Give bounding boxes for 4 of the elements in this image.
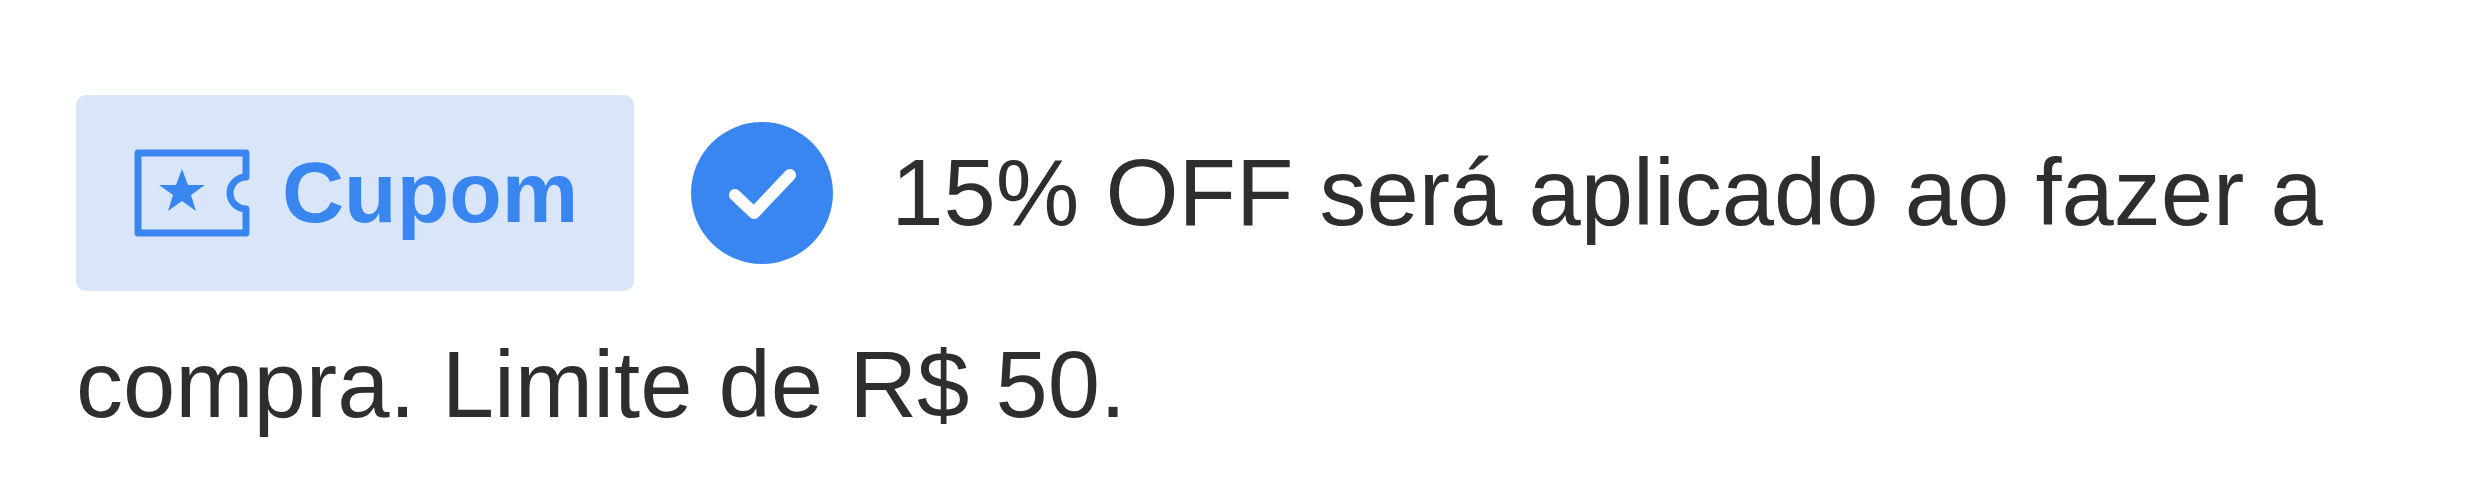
discount-message: compra. Limite de R$ 50. [76, 331, 1127, 439]
coupon-label: Cupom [282, 143, 579, 243]
discount-message: 15% OFF será aplicado ao fazer a [891, 138, 2323, 247]
ticket-star-icon [132, 147, 252, 239]
